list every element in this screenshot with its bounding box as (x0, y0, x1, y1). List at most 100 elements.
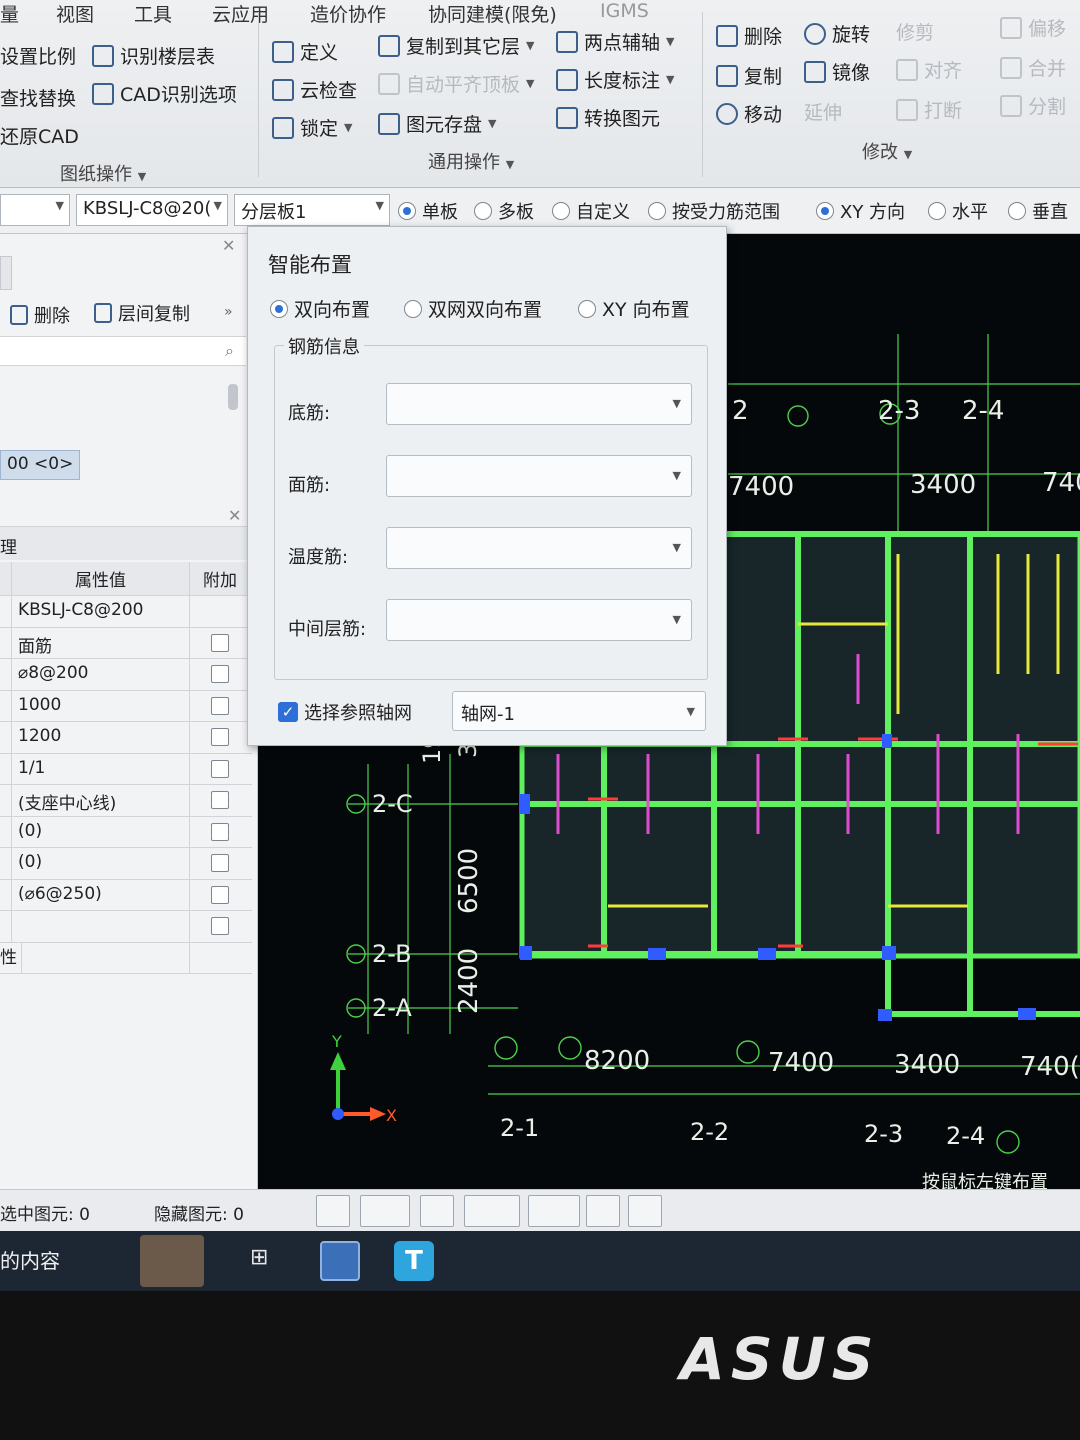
extra-checkbox[interactable] (211, 696, 229, 715)
set-scale-button[interactable]: 设置比例 (0, 42, 76, 69)
row-value[interactable]: 面筋 (12, 627, 190, 658)
row-value[interactable]: (支座中心线) (12, 785, 190, 816)
convert-element-button[interactable]: 转换图元 (556, 104, 660, 131)
table-row[interactable]: (0) (0, 848, 252, 880)
row-value[interactable]: KBSLJ-C8@200 (12, 596, 190, 627)
radio-custom[interactable]: 自定义 (552, 198, 630, 224)
merge-button[interactable]: 合并 (1000, 54, 1066, 81)
panel-tab[interactable] (0, 256, 12, 290)
selected-element-tag[interactable]: 00 <0> (0, 450, 81, 480)
row-value[interactable]: 1/1 (12, 753, 190, 784)
radio-single-slab[interactable]: 单板 (398, 198, 458, 224)
task-view-icon[interactable]: ⊞ (250, 1245, 268, 1270)
row-value[interactable]: (0) (12, 848, 190, 879)
dynamic-input-toggle[interactable] (528, 1195, 580, 1227)
ref-axis-select[interactable]: 轴网-1 ▼ (452, 691, 706, 731)
table-row[interactable]: 1200 (0, 722, 252, 754)
extra-checkbox[interactable] (211, 791, 229, 810)
ref-axis-checkbox[interactable]: ✓ 选择参照轴网 (278, 699, 412, 725)
close-icon[interactable]: ✕ (222, 236, 235, 255)
delete-element-button[interactable]: 删除 (10, 302, 70, 328)
table-row[interactable]: ⌀8@200 (0, 659, 252, 691)
common-ops-group-label[interactable]: 通用操作 ▼ (428, 148, 514, 174)
menu-tab-view[interactable]: 视图 (56, 0, 94, 27)
trim-button[interactable]: 修剪 (896, 18, 934, 45)
bottom-rebar-select[interactable]: ▼ (386, 383, 692, 425)
radio-multi-slab[interactable]: 多板 (474, 198, 534, 224)
taskbar-search[interactable]: 的内容 (0, 1245, 60, 1274)
lock-button[interactable]: 锁定 ▼ (272, 114, 352, 141)
menu-tab-igms[interactable]: IGMS (600, 0, 649, 22)
offset-button[interactable]: 偏移 (1000, 14, 1066, 41)
identify-floor-table-button[interactable]: 识别楼层表 (92, 42, 215, 69)
mirror-button[interactable]: 镜像 (804, 58, 870, 85)
mode-two-way[interactable]: 双向布置 (270, 295, 370, 322)
table-row[interactable]: (支座中心线) (0, 785, 252, 817)
arc-toggle[interactable] (628, 1195, 662, 1227)
cad-options-button[interactable]: CAD识别选项 (92, 80, 237, 107)
save-element-button[interactable]: 图元存盘 ▼ (378, 110, 496, 137)
extra-checkbox[interactable] (211, 854, 229, 873)
menu-tab-cost-collab[interactable]: 造价协作 (310, 0, 386, 27)
split-button[interactable]: 分割 (1000, 92, 1066, 119)
restore-cad-button[interactable]: 还原CAD (0, 122, 79, 149)
scrollbar-thumb[interactable] (228, 384, 238, 410)
copy-button[interactable]: 复制 (716, 62, 782, 89)
middle-rebar-select[interactable]: ▼ (386, 599, 692, 641)
extra-checkbox[interactable] (211, 822, 229, 841)
rotate-button[interactable]: 旋转 (804, 20, 870, 47)
table-row[interactable]: 面筋 (0, 627, 252, 659)
table-row[interactable]: 1/1 (0, 753, 252, 785)
break-button[interactable]: 打断 (896, 96, 962, 123)
radio-by-rebar-range[interactable]: 按受力筋范围 (648, 198, 780, 224)
cloud-check-button[interactable]: 云检查 (272, 76, 357, 103)
ortho-toggle[interactable] (316, 1195, 350, 1227)
define-button[interactable]: 定义 (272, 38, 338, 65)
table-row[interactable]: (0) (0, 816, 252, 848)
menu-tab-collab-modeling[interactable]: 协同建模(限免) (428, 0, 557, 27)
extra-checkbox[interactable] (211, 885, 229, 904)
radio-horizontal[interactable]: 水平 (928, 198, 988, 224)
table-row[interactable]: (⌀6@250) (0, 879, 252, 911)
slab-rebar-select[interactable]: KBSLJ-C8@20(▼ (76, 194, 228, 226)
row-value[interactable]: ⌀8@200 (12, 659, 190, 690)
two-point-aux-axis-button[interactable]: 两点辅轴 ▼ (556, 28, 674, 55)
row-value[interactable] (12, 911, 190, 942)
extend-button[interactable]: 延伸 (804, 98, 842, 125)
menu-tab-quantity[interactable]: 量 (0, 0, 19, 27)
mode-xy[interactable]: XY 向布置 (578, 295, 690, 322)
cad-app-icon[interactable] (320, 1241, 360, 1281)
delete-button[interactable]: 删除 (716, 22, 782, 49)
element-type-select[interactable]: ▼ (0, 194, 70, 226)
temperature-rebar-select[interactable]: ▼ (386, 527, 692, 569)
radio-xy-direction[interactable]: XY 方向 (816, 198, 905, 224)
angle-toggle[interactable] (464, 1195, 520, 1227)
row-value[interactable]: (0) (12, 816, 190, 847)
menu-tab-cloud[interactable]: 云应用 (212, 0, 269, 27)
row-value[interactable]: 1000 (12, 690, 190, 721)
search-input[interactable]: ⌕ (0, 336, 246, 366)
extra-checkbox[interactable] (211, 917, 229, 936)
layer-slab-select[interactable]: 分层板1 ▼ (234, 194, 390, 226)
table-row[interactable]: KBSLJ-C8@200 (0, 596, 252, 628)
extra-checkbox[interactable] (211, 633, 229, 652)
table-row[interactable] (0, 911, 252, 943)
extra-checkbox[interactable] (211, 665, 229, 684)
cross-toggle[interactable] (420, 1195, 454, 1227)
row-value[interactable]: (⌀6@250) (12, 879, 190, 910)
menu-tab-tools[interactable]: 工具 (134, 0, 172, 27)
drawing-ops-group-label[interactable]: 图纸操作 ▼ (60, 160, 146, 186)
find-replace-button[interactable]: 查找替换 (0, 84, 76, 111)
snap-toggle[interactable] (360, 1195, 410, 1227)
mode-double-net[interactable]: 双网双向布置 (404, 295, 542, 322)
top-rebar-select[interactable]: ▼ (386, 455, 692, 497)
modify-group-label[interactable]: 修改 ▼ (862, 138, 912, 164)
copy-to-other-layer-button[interactable]: 复制到其它层 ▼ (378, 32, 534, 59)
table-row[interactable]: 1000 (0, 690, 252, 722)
length-dimension-button[interactable]: 长度标注 ▼ (556, 66, 674, 93)
auto-align-slab-button[interactable]: 自动平齐顶板 ▼ (378, 70, 534, 97)
more-icon[interactable]: » (224, 304, 233, 320)
t-app-icon[interactable]: T (394, 1241, 434, 1281)
display-toggle[interactable] (586, 1195, 620, 1227)
copy-between-layers-button[interactable]: 层间复制 (94, 300, 190, 326)
